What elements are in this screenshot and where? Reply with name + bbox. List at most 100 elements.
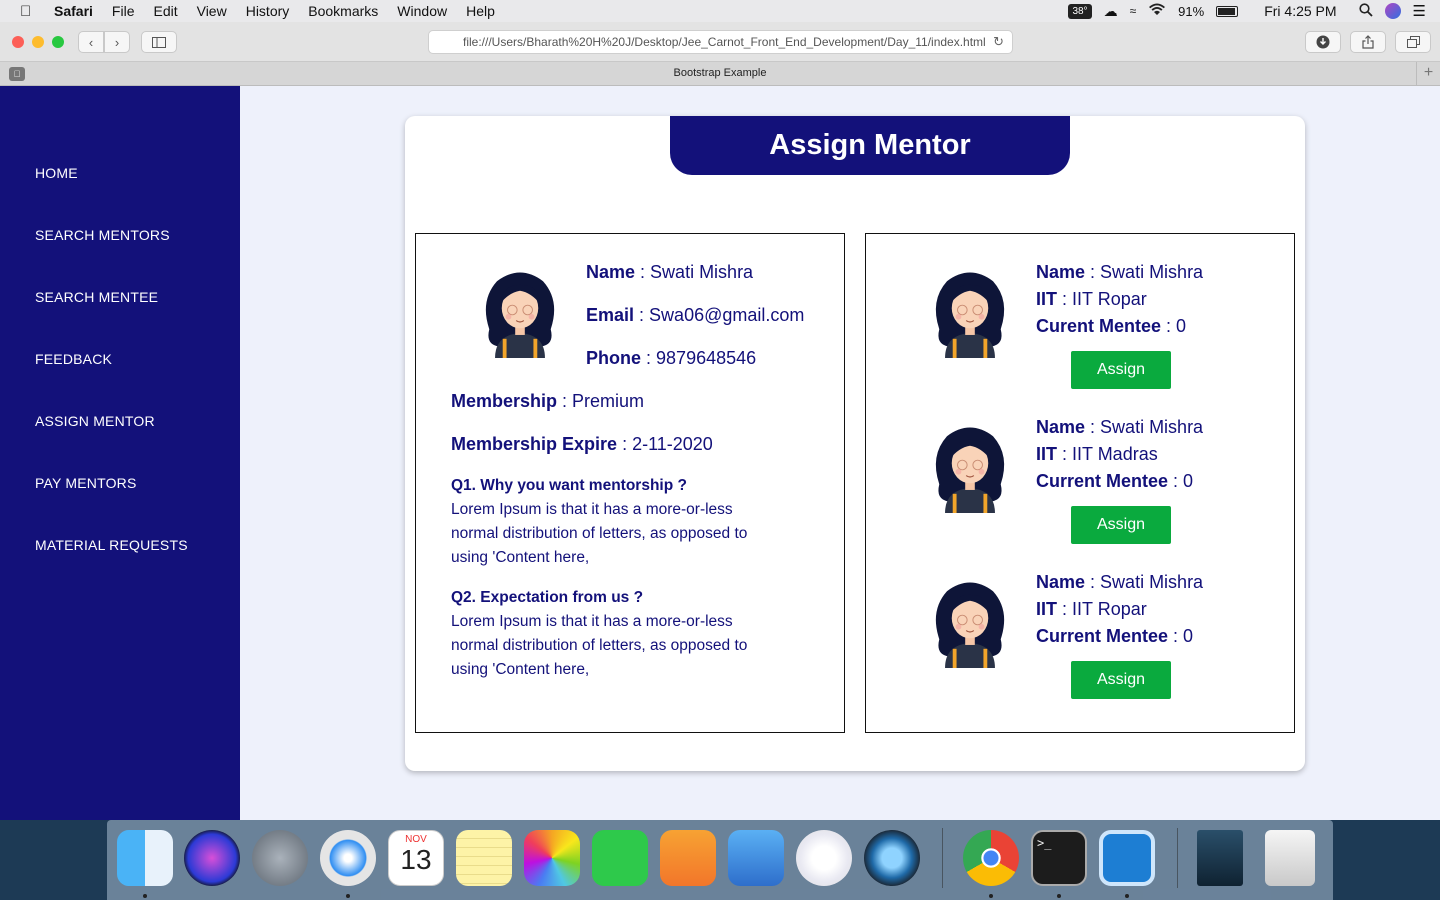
nav-pay-mentors[interactable]: PAY MENTORS [35, 475, 137, 491]
clock[interactable]: Fri 4:25 PM [1264, 3, 1336, 19]
menu-edit[interactable]: Edit [153, 3, 177, 19]
itunes-icon[interactable] [796, 830, 852, 886]
mentee-avatar [485, 272, 555, 358]
mentee-membership: Membership : Premium [451, 391, 645, 411]
mentee-phone: Phone : 9879648546 [586, 348, 757, 368]
sidebar: HOME SEARCH MENTORS SEARCH MENTEE FEEDBA… [0, 86, 240, 820]
mentor-iit: IIT : IIT Madras [1036, 444, 1158, 464]
trash-icon[interactable] [1265, 830, 1315, 886]
creative-cloud-icon[interactable]: ☁ [1104, 3, 1118, 20]
new-tab-icon[interactable]: + [1416, 62, 1440, 85]
dock-separator [1177, 828, 1178, 888]
close-window-icon[interactable] [12, 36, 24, 48]
nav-home[interactable]: HOME [35, 165, 78, 181]
menu-bookmarks[interactable]: Bookmarks [308, 3, 378, 19]
mentee-email: Email : Swa06@gmail.com [586, 305, 805, 325]
mentor-current-mentee: Curent Mentee : 0 [1036, 316, 1187, 336]
question-1-title: Q1. Why you want mentorship ? [451, 477, 687, 494]
battery-percent[interactable]: 91% [1178, 4, 1204, 19]
running-indicator [1125, 894, 1129, 898]
reload-icon[interactable]: ↻ [993, 34, 1004, 50]
keynote-icon[interactable] [728, 830, 784, 886]
notes-icon[interactable] [456, 830, 512, 886]
sidebar-toggle-button[interactable] [141, 31, 177, 53]
nav-feedback[interactable]: FEEDBACK [35, 351, 112, 367]
facetime-icon[interactable] [592, 830, 648, 886]
running-indicator [1057, 894, 1061, 898]
siri-menu-icon[interactable] [1384, 3, 1401, 19]
terminal-icon[interactable]: >_ [1031, 830, 1087, 886]
mentor-iit: IIT : IIT Ropar [1036, 599, 1147, 619]
menu-view[interactable]: View [197, 3, 227, 19]
mentor-name: Name : Swati Mishra [1036, 262, 1204, 282]
page-title: Assign Mentor [670, 116, 1070, 175]
mentor-avatar [935, 427, 1005, 513]
mentee-name: Name : Swati Mishra [586, 262, 754, 282]
mentor-iit: IIT : IIT Ropar [1036, 289, 1147, 309]
battery-icon[interactable] [1216, 5, 1239, 17]
chrome-icon[interactable] [963, 830, 1019, 886]
mentor-name: Name : Swati Mishra [1036, 417, 1204, 437]
nav-material-requests[interactable]: MATERIAL REQUESTS [35, 537, 188, 553]
mentor-avatar [935, 582, 1005, 668]
pages-icon[interactable] [660, 830, 716, 886]
siri-icon[interactable] [184, 830, 240, 886]
assign-button[interactable]: Assign [1071, 351, 1171, 389]
page-viewport: HOME SEARCH MENTORS SEARCH MENTEE FEEDBA… [0, 86, 1440, 820]
apple-icon[interactable]:  [20, 3, 40, 20]
mentor-avatar [935, 272, 1005, 358]
menu-history[interactable]: History [246, 3, 290, 19]
menu-help[interactable]: Help [466, 3, 495, 19]
nav-search-mentors[interactable]: SEARCH MENTORS [35, 227, 170, 243]
spotlight-search-icon[interactable] [1358, 2, 1373, 20]
question-2: Q2. Expectation from us ? Lorem Ipsum is… [451, 586, 771, 682]
brackets-icon[interactable] [1099, 830, 1155, 886]
tab-bar:  Bootstrap Example + [0, 62, 1440, 86]
calendar-day: 13 [400, 844, 432, 875]
question-1: Q1. Why you want mentorship ? Lorem Ipsu… [451, 474, 771, 570]
question-1-answer: Lorem Ipsum is that it has a more-or-les… [451, 501, 748, 566]
dock: NOV 13 >_ [107, 820, 1333, 900]
temperature-badge[interactable]: 38° [1068, 3, 1092, 19]
tab-title[interactable]: Bootstrap Example [0, 67, 1440, 79]
browser-toolbar: ‹ › file:///Users/Bharath%20H%20J/Deskto… [0, 22, 1440, 62]
menu-window[interactable]: Window [397, 3, 447, 19]
menu-app-name[interactable]: Safari [54, 3, 93, 19]
back-button[interactable]: ‹ [78, 31, 104, 53]
finder-icon[interactable] [117, 830, 173, 886]
forward-button[interactable]: › [104, 31, 130, 53]
menu-file[interactable]: File [112, 3, 135, 19]
running-indicator [346, 894, 350, 898]
share-button[interactable] [1350, 31, 1386, 53]
photos-icon[interactable] [524, 830, 580, 886]
assign-button[interactable]: Assign [1071, 661, 1171, 699]
zoom-window-icon[interactable] [52, 36, 64, 48]
mentee-details-box: Name : Swati Mishra Email : Swa06@gmail.… [415, 233, 845, 733]
assign-button[interactable]: Assign [1071, 506, 1171, 544]
running-indicator [143, 894, 147, 898]
activity-icon[interactable]: ≈ [1130, 4, 1137, 18]
safari-icon[interactable] [320, 830, 376, 886]
running-indicator [989, 894, 993, 898]
mentor-name: Name : Swati Mishra [1036, 572, 1204, 592]
nav-assign-mentor[interactable]: ASSIGN MENTOR [35, 413, 155, 429]
minimize-window-icon[interactable] [32, 36, 44, 48]
wifi-icon[interactable] [1148, 3, 1166, 19]
downloads-button[interactable] [1305, 31, 1341, 53]
mentor-current-mentee: Current Mentee : 0 [1036, 471, 1194, 491]
nav-search-mentee[interactable]: SEARCH MENTEE [35, 289, 158, 305]
mentor-list-box: Name : Swati Mishra IIT : IIT Ropar Cure… [865, 233, 1295, 733]
calendar-icon[interactable]: NOV 13 [388, 830, 444, 886]
tab-overview-button[interactable] [1395, 31, 1431, 53]
launchpad-icon[interactable] [252, 830, 308, 886]
url-text: file:///Users/Bharath%20H%20J/Desktop/Je… [463, 35, 986, 49]
notification-center-icon[interactable]: ☰ [1413, 2, 1426, 20]
address-bar[interactable]: file:///Users/Bharath%20H%20J/Desktop/Je… [428, 30, 1013, 54]
quicktime-icon[interactable] [864, 830, 920, 886]
mentee-membership-expire: Membership Expire : 2-11-2020 [451, 434, 713, 454]
movie-icon[interactable] [1197, 830, 1243, 886]
assign-mentor-card: Assign Mentor Name : Swati Mishra Email … [405, 116, 1305, 771]
dock-separator [942, 828, 943, 888]
question-2-answer: Lorem Ipsum is that it has a more-or-les… [451, 613, 748, 678]
menu-bar:  Safari File Edit View History Bookmark… [0, 0, 1440, 22]
